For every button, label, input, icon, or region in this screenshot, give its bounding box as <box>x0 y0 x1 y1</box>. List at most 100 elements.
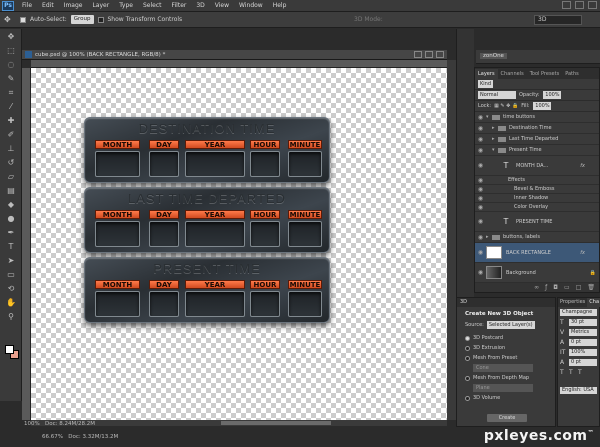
marquee-icon[interactable]: ⬚ <box>2 44 20 57</box>
layer-group-last-time-departed[interactable]: ◉ ▸ Last Time Departed <box>475 134 599 145</box>
zoom-level-secondary[interactable]: 66.67% <box>42 434 63 440</box>
scroll-thumb[interactable] <box>221 421 331 425</box>
layer-text-present-time[interactable]: ◉ T PRESENT TIME <box>475 212 599 232</box>
visibility-eye-icon[interactable]: ◉ <box>475 269 486 276</box>
maximize-icon[interactable] <box>575 1 584 9</box>
radio-button[interactable] <box>465 375 470 381</box>
radio-button[interactable] <box>465 335 470 341</box>
lock-icons[interactable]: ▦ ✎ ✥ 🔒 <box>494 103 518 109</box>
visibility-eye-icon[interactable]: ◉ <box>475 125 486 132</box>
menu-window[interactable]: Window <box>234 2 268 9</box>
new-layer-icon[interactable]: □ <box>576 283 582 292</box>
pen-icon[interactable]: ✒ <box>2 226 20 239</box>
foreground-color-swatch[interactable] <box>5 345 14 354</box>
menu-type[interactable]: Type <box>114 2 138 9</box>
visibility-eye-icon[interactable]: ◉ <box>475 186 486 193</box>
faux-italic-icon[interactable]: T <box>569 369 576 376</box>
tab-properties[interactable]: Properties <box>558 298 587 307</box>
layer-group-destination-time[interactable]: ◉ ▸ Destination Time <box>475 123 599 134</box>
menu-filter[interactable]: Filter <box>167 2 192 9</box>
option-3d-volume[interactable]: 3D Volume <box>457 393 555 403</box>
new-group-icon[interactable]: ▭ <box>564 283 570 292</box>
type-icon[interactable]: T <box>2 240 20 253</box>
visibility-eye-icon[interactable]: ◉ <box>475 234 486 241</box>
effect-inner-shadow[interactable]: ◉ Inner Shadow <box>475 194 599 203</box>
layer-background[interactable]: ◉ Background 🔒 <box>475 263 599 283</box>
tab-tool-presets[interactable]: Tool Presets <box>527 69 563 79</box>
horizontal-ruler[interactable] <box>31 60 447 68</box>
doc-minimize-icon[interactable] <box>414 51 422 58</box>
3d-panel-tab[interactable]: 3D <box>457 298 555 307</box>
link-layers-icon[interactable]: ∞ <box>534 283 539 292</box>
fx-icon[interactable]: fx <box>580 250 585 256</box>
opacity-input[interactable]: 100% <box>542 91 561 99</box>
history-brush-icon[interactable]: ↺ <box>2 156 20 169</box>
3d-rotate-icon[interactable]: ⟲ <box>2 282 20 295</box>
move-tool-icon[interactable]: ✥ <box>4 15 16 25</box>
tab-layers[interactable]: Layers <box>475 69 498 79</box>
hand-icon[interactable]: ✋ <box>2 296 20 309</box>
all-caps-icon[interactable]: T <box>578 369 585 376</box>
layer-back-rectangle[interactable]: ◉ BACK RECTANGLE fx <box>475 243 599 263</box>
lasso-icon[interactable]: ◌ <box>2 58 20 71</box>
delete-layer-icon[interactable]: 🗑 <box>587 283 595 292</box>
stamp-icon[interactable]: ⊥ <box>2 142 20 155</box>
visibility-eye-icon[interactable]: ◉ <box>475 147 486 154</box>
menu-help[interactable]: Help <box>268 2 292 9</box>
path-select-icon[interactable]: ➤ <box>2 254 20 267</box>
kerning-select[interactable]: Metrics <box>569 328 597 336</box>
effects-row[interactable]: ◉ Effects <box>475 176 599 185</box>
close-icon[interactable] <box>588 1 597 9</box>
menu-layer[interactable]: Layer <box>87 2 114 9</box>
zoom-level[interactable]: 100% <box>24 421 40 427</box>
blend-mode-select[interactable]: Normal <box>478 91 516 99</box>
visibility-eye-icon[interactable]: ◉ <box>475 136 486 143</box>
source-select[interactable]: Selected Layer(s) <box>486 321 535 329</box>
create-button[interactable]: Create <box>487 414 527 422</box>
layer-group-present-time[interactable]: ◉ ▾ Present Time <box>475 145 599 156</box>
zoom-icon[interactable]: ⚲ <box>2 310 20 323</box>
transform-controls-checkbox[interactable] <box>97 16 104 23</box>
fx-icon[interactable]: fx <box>580 163 585 169</box>
leading-input[interactable]: 0 pt <box>569 338 597 346</box>
visibility-eye-icon[interactable]: ◉ <box>475 162 486 169</box>
tab-channels[interactable]: Channels <box>498 69 527 79</box>
language-select[interactable]: English: USA <box>560 386 597 394</box>
radio-button[interactable] <box>465 355 470 361</box>
brush-icon[interactable]: ✐ <box>2 128 20 141</box>
option-mesh-from-preset[interactable]: Mesh From Preset <box>457 353 555 363</box>
shape-icon[interactable]: ▭ <box>2 268 20 281</box>
visibility-eye-icon[interactable]: ◉ <box>475 218 486 225</box>
document-tab[interactable]: cube.psd @ 100% (BACK RECTANGLE, RGB/8) … <box>22 50 447 60</box>
layer-group-time-buttons[interactable]: ◉ ▾ time buttons <box>475 112 599 123</box>
layer-text-month[interactable]: ◉ T MONTH DA... fx <box>475 156 599 176</box>
gradient-icon[interactable]: ▤ <box>2 184 20 197</box>
eraser-icon[interactable]: ▱ <box>2 170 20 183</box>
visibility-eye-icon[interactable]: ◉ <box>475 177 486 184</box>
workspace-select[interactable]: 3D <box>534 15 582 25</box>
visibility-eye-icon[interactable]: ◉ <box>475 204 486 211</box>
menu-file[interactable]: File <box>17 2 37 9</box>
auto-select-dropdown[interactable]: Group <box>70 15 94 24</box>
visibility-eye-icon[interactable]: ◉ <box>475 114 486 121</box>
effect-bevel-emboss[interactable]: ◉ Bevel & Emboss <box>475 185 599 194</box>
scale-input[interactable]: 100% <box>569 348 597 356</box>
baseline-input[interactable]: 0 pt <box>569 358 597 366</box>
font-size-input[interactable]: 30 pt <box>569 318 597 326</box>
faux-bold-icon[interactable]: T <box>560 369 567 376</box>
menu-edit[interactable]: Edit <box>37 2 59 9</box>
font-family-select[interactable]: Champagne ... <box>560 308 597 322</box>
crop-icon[interactable]: ⌗ <box>2 86 20 99</box>
visibility-eye-icon[interactable]: ◉ <box>475 195 486 202</box>
fill-input[interactable]: 100% <box>532 102 551 110</box>
add-mask-icon[interactable]: ◘ <box>553 283 558 292</box>
mini-panel-tab[interactable]: zonOne <box>480 53 507 59</box>
doc-maximize-icon[interactable] <box>425 51 433 58</box>
option-3d-extrusion[interactable]: 3D Extrusion <box>457 343 555 353</box>
minimize-icon[interactable] <box>562 1 571 9</box>
healing-icon[interactable]: ✚ <box>2 114 20 127</box>
move-icon[interactable]: ✥ <box>2 30 20 43</box>
vertical-scrollbar[interactable] <box>447 60 456 420</box>
menu-image[interactable]: Image <box>59 2 88 9</box>
tab-paths[interactable]: Paths <box>562 69 582 79</box>
